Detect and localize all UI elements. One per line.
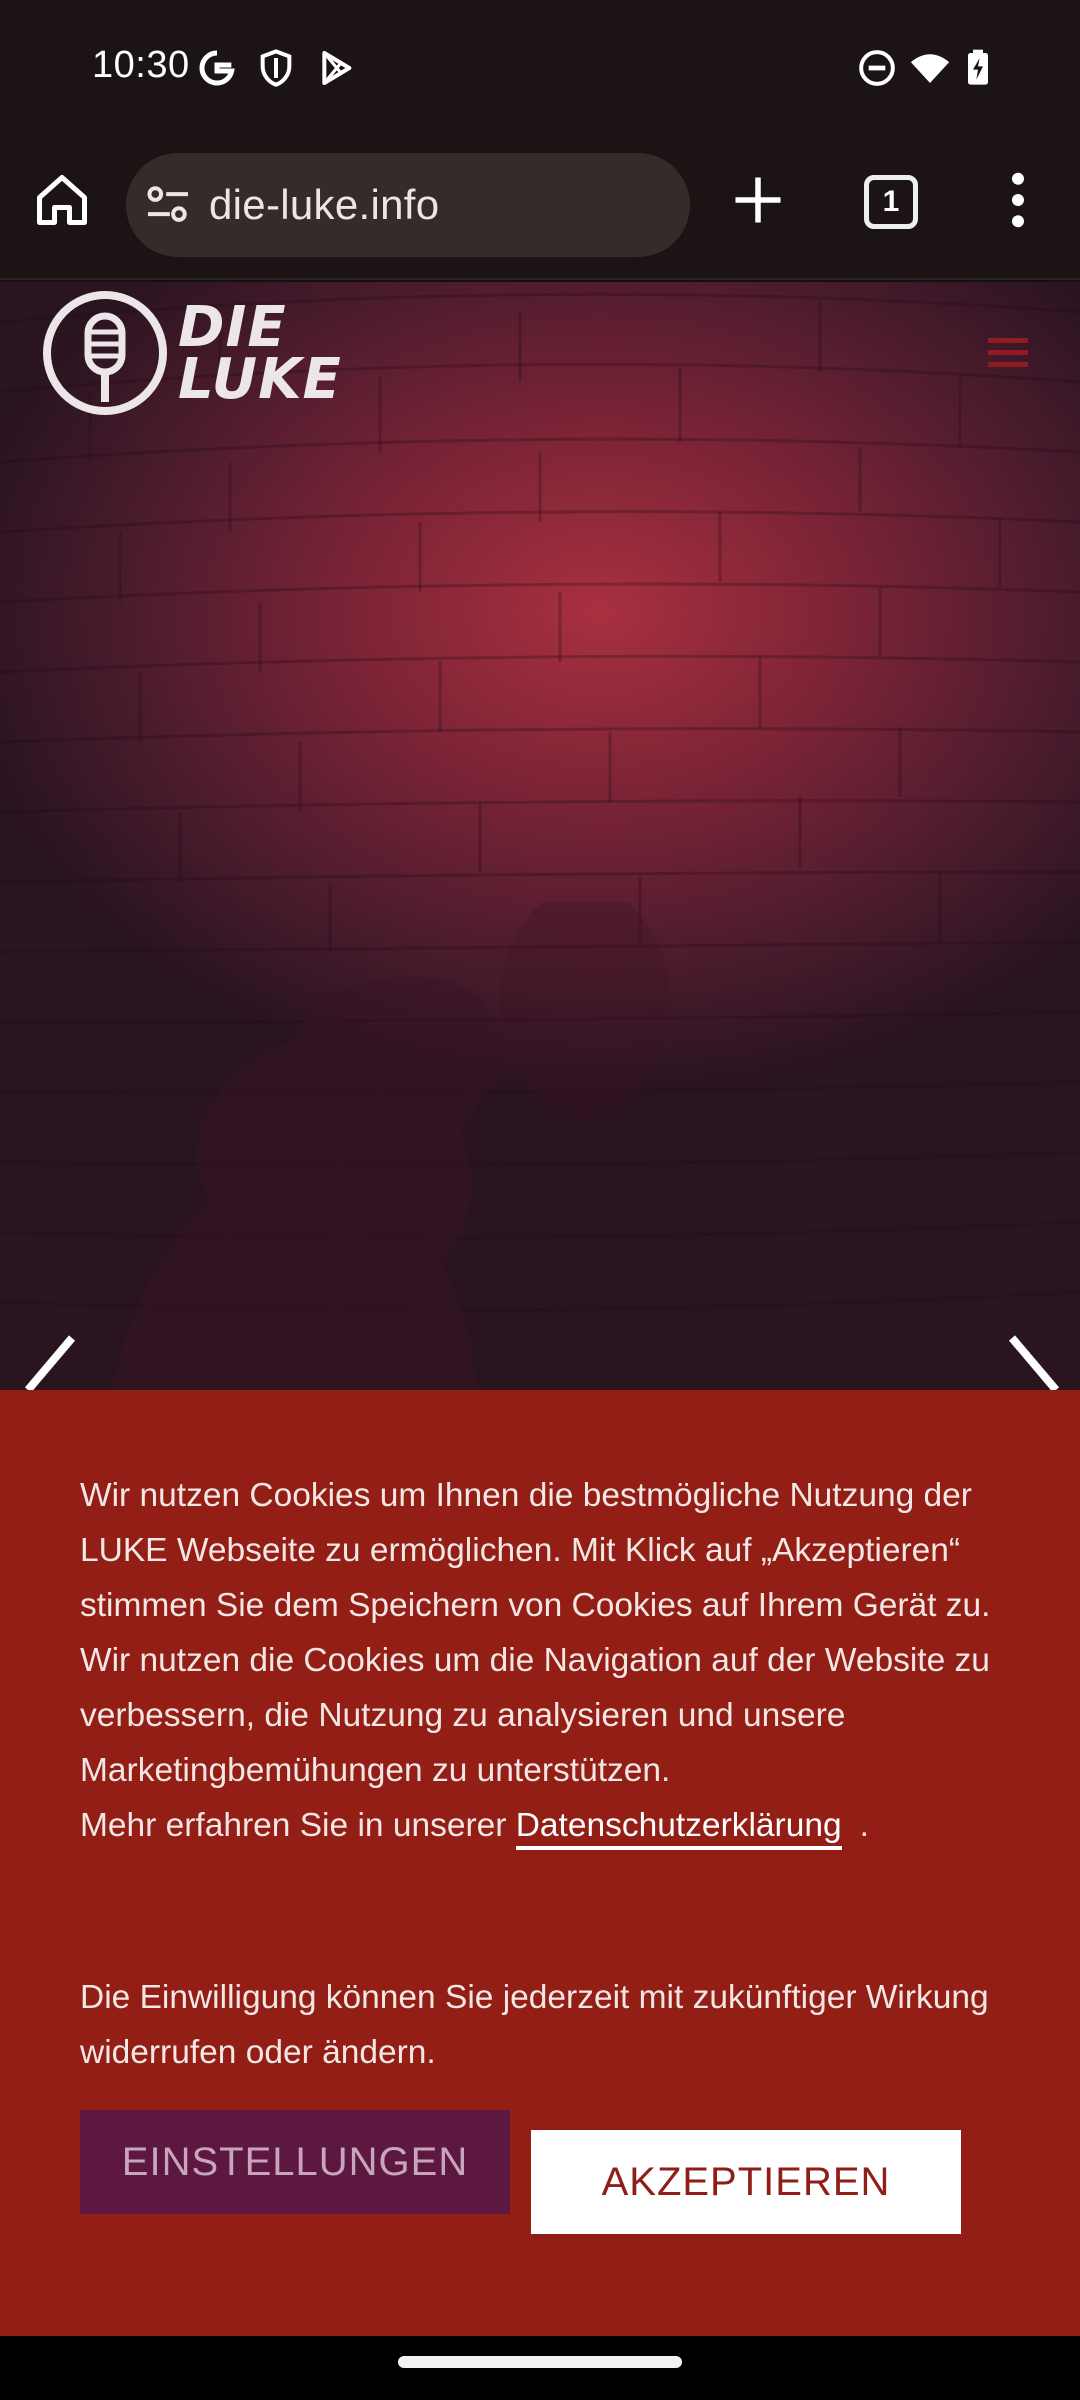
url-text[interactable]: die-luke.info <box>209 181 439 229</box>
shield-icon <box>260 49 292 87</box>
do-not-disturb-icon <box>859 50 895 86</box>
home-icon[interactable] <box>32 170 92 230</box>
battery-charging-icon <box>968 49 988 85</box>
microphone-icon <box>43 291 167 415</box>
more-options-icon[interactable] <box>1000 170 1036 230</box>
browser-toolbar: die-luke.info 1 <box>0 135 1080 280</box>
site-settings-icon[interactable] <box>146 185 190 225</box>
cookie-paragraph-2: Wir nutzen die Cookies um die Navigation… <box>80 1642 990 1789</box>
address-bar[interactable]: die-luke.info <box>126 153 690 257</box>
wifi-icon <box>910 54 950 83</box>
tab-switcher-button[interactable]: 1 <box>864 175 918 229</box>
new-tab-icon[interactable] <box>728 170 788 230</box>
performer-silhouette <box>111 902 670 1390</box>
logo-text: DIE LUKE <box>178 300 342 412</box>
prev-slide-arrow-icon[interactable] <box>20 1332 80 1390</box>
next-slide-arrow-icon[interactable] <box>1004 1332 1064 1390</box>
cookie-banner: Wir nutzen Cookies um Ihnen die bestmögl… <box>0 1390 1080 2336</box>
cookie-more-info: Mehr erfahren Sie in unserer Datenschutz… <box>80 1798 1020 1853</box>
consent-note: Die Einwilligung können Sie jederzeit mi… <box>80 1979 989 2071</box>
cookie-text: Wir nutzen Cookies um Ihnen die bestmögl… <box>80 1468 1020 1853</box>
more-info-prefix: Mehr erfahren Sie in unserer <box>80 1807 516 1844</box>
more-info-suffix: . <box>859 1807 869 1844</box>
accept-button[interactable]: AKZEPTIEREN <box>531 2130 961 2234</box>
hamburger-menu-icon[interactable] <box>988 338 1028 368</box>
hero-slider: DIE LUKE <box>0 282 1080 1390</box>
settings-button[interactable]: EINSTELLUNGEN <box>80 2110 510 2214</box>
cookie-paragraph-1: Wir nutzen Cookies um Ihnen die bestmögl… <box>80 1477 991 1624</box>
site-logo[interactable]: DIE LUKE <box>40 288 342 418</box>
logo-line-luke: LUKE <box>178 347 342 412</box>
status-bar: 10:30 <box>0 0 1080 135</box>
status-time: 10:30 <box>92 44 190 86</box>
google-icon <box>199 50 235 86</box>
privacy-policy-link[interactable]: Datenschutzerklärung <box>515 1807 842 1850</box>
system-navigation-bar <box>0 2336 1080 2400</box>
play-store-icon <box>322 51 352 85</box>
home-gesture-handle[interactable] <box>398 2356 682 2368</box>
